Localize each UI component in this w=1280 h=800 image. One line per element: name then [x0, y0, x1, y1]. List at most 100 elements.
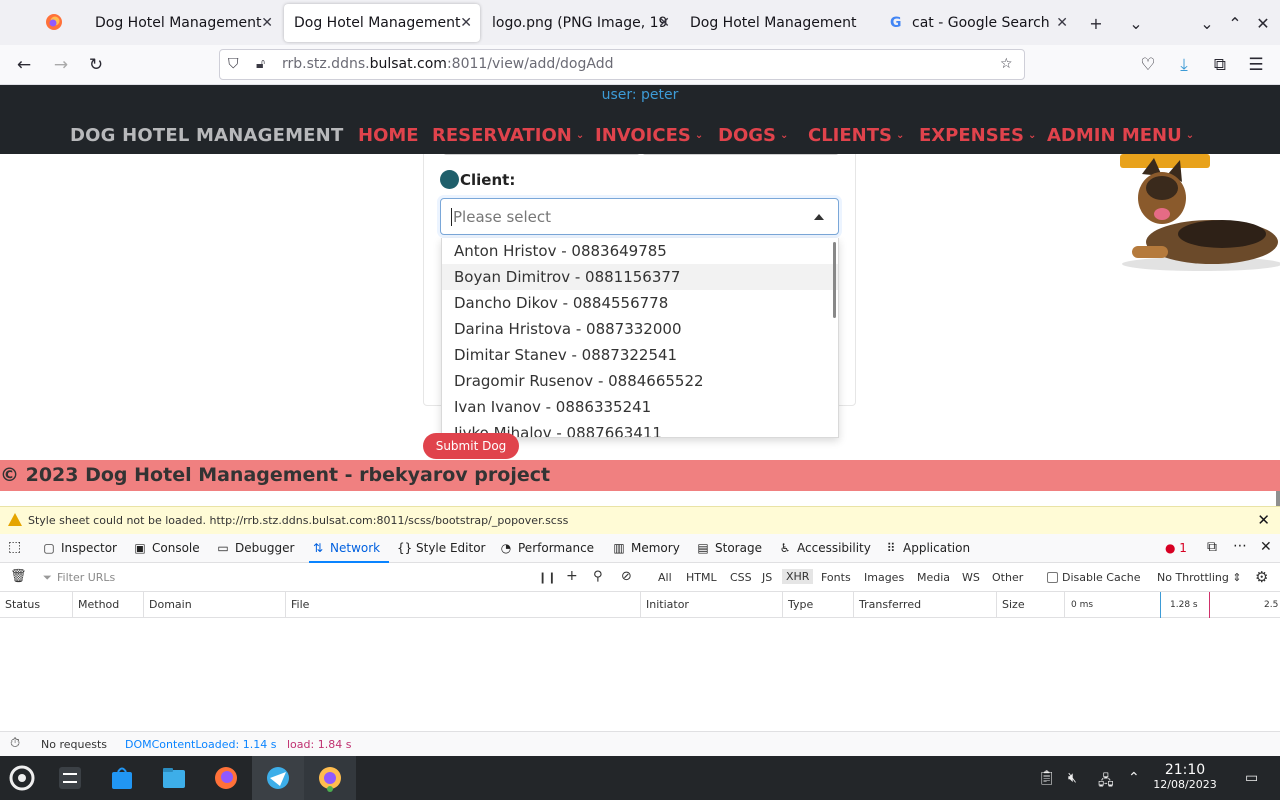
volume-muted-icon[interactable]: 🔇︎ — [1068, 770, 1077, 786]
close-window-icon[interactable]: ✕ — [1252, 12, 1274, 34]
forward-icon[interactable]: → — [49, 53, 73, 77]
tray-expand-icon[interactable]: ⌃ — [1128, 770, 1140, 786]
url-bar[interactable]: ⛉ 🔓︎ rrb.stz.ddns.bulsat.com:8011/view/a… — [219, 49, 1025, 80]
close-tab-icon[interactable]: ✕ — [261, 15, 273, 31]
client-select[interactable]: Please select — [440, 198, 839, 235]
browser-task-icon[interactable] — [264, 764, 292, 792]
element-picker-icon[interactable]: ⬚ — [8, 539, 21, 555]
partial-input-field[interactable] — [643, 154, 838, 155]
tab-application[interactable]: ⠿ Application — [884, 541, 970, 555]
new-tab-icon[interactable]: + — [1085, 12, 1107, 34]
client-dropdown-list[interactable]: Anton Hristov - 0883649785 Boyan Dimitro… — [441, 238, 839, 438]
filter-images[interactable]: Images — [864, 571, 904, 584]
tab-performance[interactable]: ◔ Performance — [499, 541, 594, 555]
filter-ws[interactable]: WS — [962, 571, 980, 584]
client-option[interactable]: Ivan Ivanov - 0886335241 — [442, 394, 838, 420]
reload-icon[interactable]: ↻ — [84, 53, 108, 77]
menu-dogs[interactable]: DOGS ⌄ — [718, 125, 788, 146]
trash-icon[interactable]: 🗑︎ — [10, 569, 27, 584]
tab-style-editor[interactable]: {} Style Editor — [397, 541, 485, 555]
back-icon[interactable]: ← — [12, 53, 36, 77]
close-tab-icon[interactable]: ✕ — [1056, 15, 1068, 31]
partial-input-field[interactable] — [444, 154, 639, 155]
filter-urls-input[interactable]: Filter URLs — [57, 571, 115, 584]
col-status[interactable]: Status — [5, 598, 40, 611]
firefox-dev-icon[interactable] — [316, 764, 344, 792]
tab-console[interactable]: ▣ Console — [133, 541, 199, 555]
more-options-icon[interactable]: ⋯ — [1233, 538, 1247, 554]
filter-js[interactable]: JS — [762, 571, 772, 584]
caret-up-icon[interactable] — [814, 214, 824, 220]
menu-reservation[interactable]: RESERVATION ⌄ — [432, 125, 584, 146]
filter-media[interactable]: Media — [917, 571, 950, 584]
col-initiator[interactable]: Initiator — [646, 598, 689, 611]
col-file[interactable]: File — [291, 598, 309, 611]
firefox-icon[interactable] — [44, 12, 64, 32]
add-request-icon[interactable]: + — [566, 568, 578, 584]
tab-google-search[interactable]: G cat - Google Search ✕ — [880, 4, 1076, 42]
clipboard-icon[interactable]: 📋︎ — [1038, 770, 1056, 786]
extensions-icon[interactable]: ⧉ — [1208, 53, 1232, 77]
tab-memory[interactable]: ▥ Memory — [612, 541, 679, 555]
pocket-icon[interactable]: ♡ — [1136, 53, 1160, 77]
dropdown-scrollbar[interactable] — [833, 242, 836, 318]
site-brand[interactable]: DOG HOTEL MANAGEMENT — [70, 125, 343, 146]
network-icon[interactable]: 🖧 — [1098, 770, 1114, 794]
settings-icon[interactable] — [56, 764, 84, 792]
app-launcher-icon[interactable] — [8, 764, 36, 792]
submit-dog-button[interactable]: Submit Dog — [423, 433, 519, 459]
disable-cache-checkbox[interactable]: Disable Cache — [1047, 571, 1141, 584]
maximize-icon[interactable]: ⌃ — [1224, 12, 1246, 34]
client-option[interactable]: Anton Hristov - 0883649785 — [442, 238, 838, 264]
tab-dog-hotel-3[interactable]: Dog Hotel Management — [680, 4, 876, 42]
tab-dog-hotel-1[interactable]: Dog Hotel Management ✕ — [85, 4, 281, 42]
client-option[interactable]: Dancho Dikov - 0884556778 — [442, 290, 838, 316]
col-type[interactable]: Type — [788, 598, 813, 611]
show-desktop-icon[interactable]: ▭ — [1245, 770, 1258, 786]
menu-admin[interactable]: ADMIN MENU ⌄ — [1047, 125, 1194, 146]
settings-gear-icon[interactable]: ⚙ — [1255, 568, 1268, 586]
list-tabs-icon[interactable]: ⌄ — [1125, 12, 1147, 34]
dock-side-icon[interactable]: ⧉ — [1207, 539, 1217, 555]
clock[interactable]: 21:10 12/08/2023 — [1150, 762, 1220, 791]
insecure-lock-icon[interactable]: 🔓︎ — [256, 56, 265, 72]
store-icon[interactable] — [108, 764, 136, 792]
filter-css[interactable]: CSS — [730, 571, 752, 584]
col-transferred[interactable]: Transferred — [859, 598, 921, 611]
close-tab-icon[interactable]: ✕ — [460, 15, 472, 31]
tab-debugger[interactable]: ▭ Debugger — [216, 541, 294, 555]
client-option[interactable]: Darina Hristova - 0887332000 — [442, 316, 838, 342]
tab-accessibility[interactable]: ♿︎ Accessibility — [778, 541, 871, 555]
client-option[interactable]: Boyan Dimitrov - 0881156377 — [442, 264, 838, 290]
tab-network[interactable]: ⇅ Network — [311, 541, 380, 555]
filter-other[interactable]: Other — [992, 571, 1023, 584]
client-option[interactable]: Dragomir Rusenov - 0884665522 — [442, 368, 838, 394]
error-count-badge[interactable]: ● 1 — [1165, 541, 1187, 555]
throttling-select[interactable]: No Throttling ⇕ — [1157, 571, 1242, 584]
block-icon[interactable]: ⊘ — [621, 569, 632, 584]
search-icon[interactable]: ⚲ — [593, 569, 603, 584]
menu-home[interactable]: HOME — [358, 125, 419, 146]
col-domain[interactable]: Domain — [149, 598, 192, 611]
filter-html[interactable]: HTML — [686, 571, 717, 584]
close-warning-icon[interactable]: ✕ — [1257, 511, 1270, 529]
downloads-icon[interactable]: ⤓ — [1172, 53, 1196, 77]
close-tab-icon[interactable]: ✕ — [658, 15, 670, 31]
client-option[interactable]: Dimitar Stanev - 0887322541 — [442, 342, 838, 368]
tab-logo-png[interactable]: logo.png (PNG Image, 192 ✕ — [482, 4, 678, 42]
filter-fonts[interactable]: Fonts — [821, 571, 851, 584]
tab-storage[interactable]: ▤ Storage — [696, 541, 762, 555]
bookmark-star-icon[interactable]: ☆ — [1000, 56, 1013, 72]
shield-icon[interactable]: ⛉ — [228, 56, 239, 72]
file-manager-icon[interactable] — [160, 764, 188, 792]
menu-invoices[interactable]: INVOICES ⌄ — [595, 125, 703, 146]
tab-inspector[interactable]: ▢ Inspector — [42, 541, 117, 555]
tab-dog-hotel-2[interactable]: Dog Hotel Management ✕ — [284, 4, 480, 42]
menu-hamburger-icon[interactable]: ☰ — [1244, 53, 1268, 77]
col-method[interactable]: Method — [78, 598, 119, 611]
pause-icon[interactable]: ❙❙ — [538, 571, 556, 584]
minimize-icon[interactable]: ⌄ — [1196, 12, 1218, 34]
firefox-taskbar-icon[interactable] — [212, 764, 240, 792]
menu-expenses[interactable]: EXPENSES ⌄ — [919, 125, 1036, 146]
filter-all[interactable]: All — [658, 571, 672, 584]
